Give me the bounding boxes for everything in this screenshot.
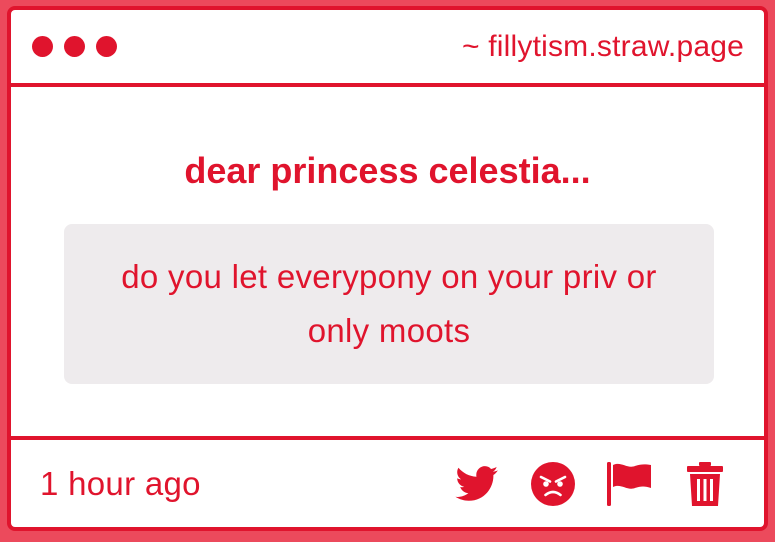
action-bar bbox=[454, 461, 728, 507]
trash-icon bbox=[687, 461, 723, 506]
twitter-icon bbox=[455, 465, 499, 502]
message-text: do you let everypony on your priv or onl… bbox=[121, 258, 657, 349]
site-url[interactable]: ~ fillytism.straw.page bbox=[462, 30, 744, 64]
page-title: dear princess celestia... bbox=[184, 150, 591, 191]
footer: 1 hour ago bbox=[11, 436, 764, 527]
timestamp: 1 hour ago bbox=[40, 464, 201, 502]
flag-icon bbox=[607, 461, 651, 506]
angry-face-icon bbox=[531, 461, 575, 506]
react-angry-button[interactable] bbox=[530, 461, 576, 507]
window-dot[interactable] bbox=[96, 36, 117, 57]
main-content: dear princess celestia... do you let eve… bbox=[11, 87, 764, 440]
delete-button[interactable] bbox=[682, 461, 728, 507]
report-button[interactable] bbox=[606, 461, 652, 507]
window-dot[interactable] bbox=[32, 36, 53, 57]
window-controls bbox=[32, 36, 117, 57]
window-frame: ~ fillytism.straw.page dear princess cel… bbox=[7, 6, 768, 531]
window-dot[interactable] bbox=[64, 36, 85, 57]
titlebar: ~ fillytism.straw.page bbox=[11, 10, 764, 87]
share-twitter-button[interactable] bbox=[454, 461, 500, 507]
message-box: do you let everypony on your priv or onl… bbox=[64, 224, 714, 384]
